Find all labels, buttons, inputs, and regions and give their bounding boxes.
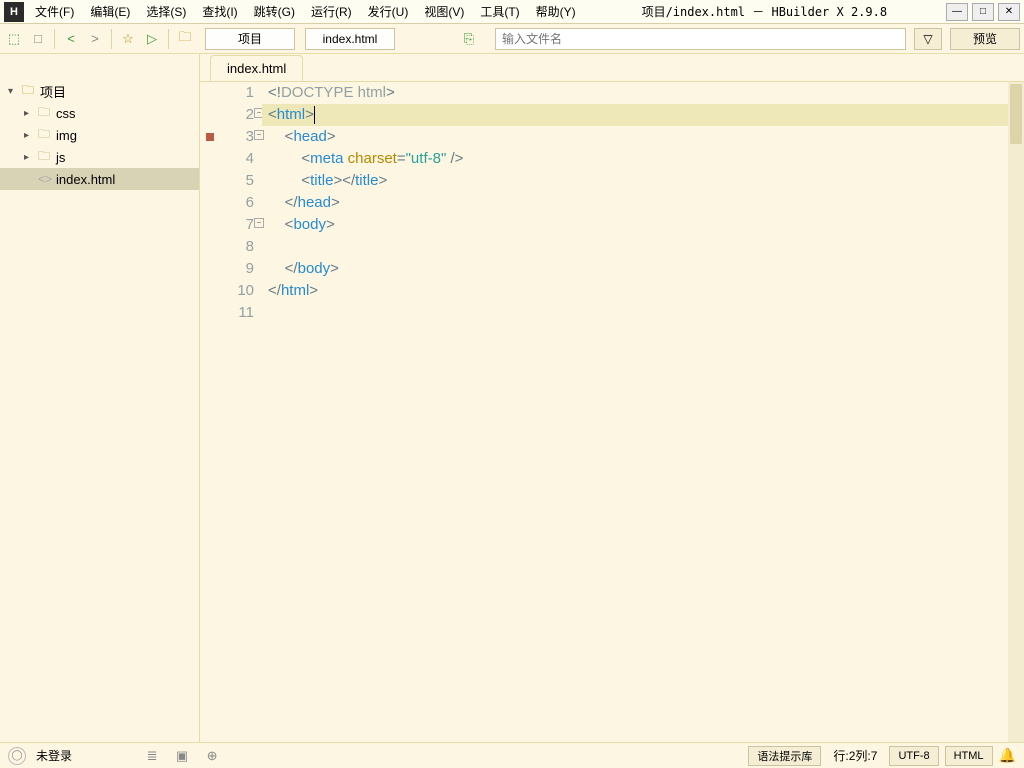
app-logo-icon: H [4, 2, 24, 22]
gutter: 12−3−4567−891011 [200, 82, 262, 742]
menu-工具(T)[interactable]: 工具(T) [473, 0, 526, 23]
menu-运行(R)[interactable]: 运行(R) [304, 0, 359, 23]
forward-icon[interactable]: > [85, 29, 105, 49]
code-line[interactable]: <!DOCTYPE html> [262, 82, 1024, 104]
code-editor[interactable]: 12−3−4567−891011 <!DOCTYPE html><html> <… [200, 82, 1024, 742]
login-status[interactable]: 未登录 [36, 747, 72, 764]
project-explorer: ▾ 🗀 项目 ▸🗀css▸🗀img▸🗀js <> index.html [0, 54, 200, 742]
editor-tabs: index.html [200, 54, 1024, 82]
run-icon[interactable]: ▷ [142, 29, 162, 49]
globe-icon[interactable]: ⊕ [202, 746, 222, 766]
menu-编辑(E)[interactable]: 编辑(E) [83, 0, 137, 23]
menu-发行(U)[interactable]: 发行(U) [361, 0, 416, 23]
tab-index-html[interactable]: index.html [210, 55, 303, 81]
filter-button[interactable]: ▽ [914, 28, 942, 50]
code-area[interactable]: <!DOCTYPE html><html> <head> <meta chars… [262, 82, 1024, 742]
tree-folder-js[interactable]: ▸🗀js [0, 146, 199, 168]
folder-open-icon: 🗀 [22, 81, 40, 102]
file-icon: <> [38, 172, 56, 186]
window-title: 项目/index.html － HBuilder X 2.9.8 [583, 3, 946, 20]
tree-folder-css[interactable]: ▸🗀css [0, 102, 199, 124]
separator [168, 29, 169, 49]
menu-查找(I)[interactable]: 查找(I) [195, 0, 244, 23]
tree-folder-label: js [56, 150, 65, 165]
code-line[interactable]: <title></title> [262, 170, 1024, 192]
chevron-right-icon: ▸ [24, 108, 38, 119]
star-icon[interactable]: ☆ [118, 29, 138, 49]
tree-folder-label: img [56, 128, 77, 143]
chevron-right-icon: ▸ [24, 130, 38, 141]
code-line[interactable]: <body> [262, 214, 1024, 236]
separator [111, 29, 112, 49]
save-icon[interactable]: □ [28, 29, 48, 49]
menu-跳转(G)[interactable]: 跳转(G) [247, 0, 302, 23]
tree-file-label: index.html [56, 172, 115, 187]
cursor-position: 行:2列:7 [827, 747, 883, 764]
tree-file-index[interactable]: <> index.html [0, 168, 199, 190]
syntax-button[interactable]: 语法提示库 [748, 746, 821, 766]
editor-pane: index.html 12−3−4567−891011 <!DOCTYPE ht… [200, 54, 1024, 742]
list-icon[interactable]: ≣ [142, 746, 162, 766]
encoding-button[interactable]: UTF-8 [889, 746, 938, 766]
maximize-button[interactable]: □ [972, 3, 994, 21]
locate-icon[interactable]: ⎘ [459, 29, 479, 49]
status-bar: ◯ 未登录 ≣ ▣ ⊕ 语法提示库 行:2列:7 UTF-8 HTML 🔔 [0, 742, 1024, 768]
code-line[interactable] [262, 236, 1024, 258]
vertical-scrollbar[interactable] [1008, 82, 1024, 742]
titlebar: H 文件(F)编辑(E)选择(S)查找(I)跳转(G)运行(R)发行(U)视图(… [0, 0, 1024, 24]
code-line[interactable]: </head> [262, 192, 1024, 214]
main-area: ▾ 🗀 项目 ▸🗀css▸🗀img▸🗀js <> index.html inde… [0, 54, 1024, 742]
menu-选择(S)[interactable]: 选择(S) [139, 0, 193, 23]
scrollbar-thumb[interactable] [1010, 84, 1022, 144]
language-button[interactable]: HTML [945, 746, 993, 766]
terminal-icon[interactable]: ▣ [172, 746, 192, 766]
tree-root[interactable]: ▾ 🗀 项目 [0, 80, 199, 102]
minimize-button[interactable]: — [946, 3, 968, 21]
tree-folder-img[interactable]: ▸🗀img [0, 124, 199, 146]
code-line[interactable]: </body> [262, 258, 1024, 280]
chevron-right-icon: ▸ [24, 152, 38, 163]
code-line[interactable]: <head> [262, 126, 1024, 148]
separator [54, 29, 55, 49]
code-line[interactable]: </html> [262, 280, 1024, 302]
code-line[interactable]: <html> [262, 104, 1024, 126]
preview-button[interactable]: 预览 [950, 28, 1020, 50]
new-tab-icon[interactable]: ⬚ [4, 29, 24, 49]
folder-icon: 🗀 [38, 125, 56, 146]
chevron-down-icon: ▾ [8, 86, 22, 97]
back-icon[interactable]: < [61, 29, 81, 49]
breadcrumb-project[interactable]: 项目 [205, 28, 295, 50]
bell-icon[interactable]: 🔔 [999, 747, 1016, 764]
user-icon[interactable]: ◯ [8, 747, 26, 765]
menu-帮助(Y)[interactable]: 帮助(Y) [529, 0, 583, 23]
folder-icon: 🗀 [38, 103, 56, 124]
code-line[interactable]: <meta charset="utf-8" /> [262, 148, 1024, 170]
search-input[interactable] [495, 28, 906, 50]
window-controls: — □ ✕ [946, 3, 1024, 21]
tree-root-label: 项目 [40, 82, 66, 101]
toolbar: ⬚ □ < > ☆ ▷ 🗀 项目 index.html ⎘ ▽ 预览 [0, 24, 1024, 54]
code-line[interactable] [262, 302, 1024, 324]
menu-文件(F)[interactable]: 文件(F) [28, 0, 81, 23]
menu-bar: 文件(F)编辑(E)选择(S)查找(I)跳转(G)运行(R)发行(U)视图(V)… [28, 0, 583, 23]
menu-视图(V)[interactable]: 视图(V) [417, 0, 471, 23]
close-button[interactable]: ✕ [998, 3, 1020, 21]
folder-icon: 🗀 [38, 147, 56, 168]
folder-icon[interactable]: 🗀 [175, 29, 195, 49]
tree-folder-label: css [56, 106, 76, 121]
breadcrumb-file[interactable]: index.html [305, 28, 395, 50]
